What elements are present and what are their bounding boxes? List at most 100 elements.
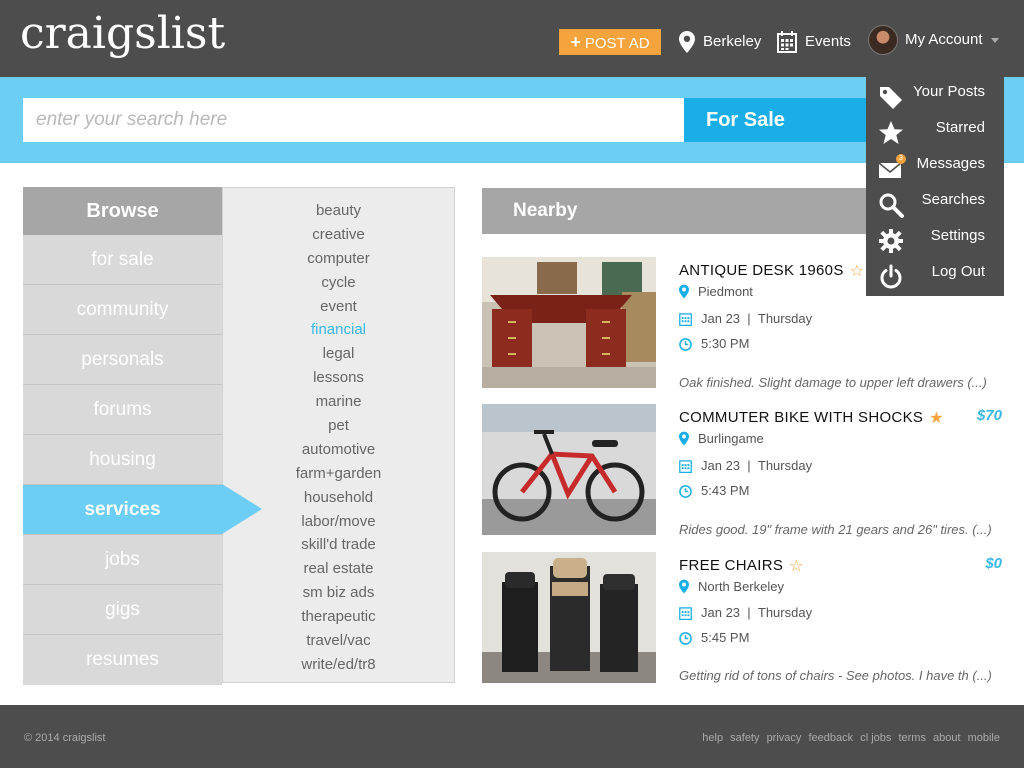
listing-title[interactable]: COMMUTER BIKE WITH SHOCKS ★	[679, 408, 944, 428]
tag-icon	[880, 87, 902, 109]
listing-price: $70	[976, 407, 1002, 424]
footer-link-safety[interactable]: safety	[730, 732, 759, 744]
listing-time-text: 5:43 PM	[701, 483, 750, 498]
subcategory-cycle[interactable]: cycle	[223, 271, 454, 295]
subcategory-write-ed-tr8[interactable]: write/ed/tr8	[223, 653, 454, 677]
category-select[interactable]: For Sale	[684, 98, 884, 142]
plus-icon: +	[570, 32, 581, 52]
subcategory-event[interactable]: event	[223, 295, 454, 319]
subcategory-skilled-trade[interactable]: skill'd trade	[223, 533, 454, 557]
menu-item-searches[interactable]: Searches	[866, 186, 1004, 222]
gear-icon	[879, 229, 903, 253]
listing-item[interactable]: COMMUTER BIKE WITH SHOCKS ★ $70 Burlingam…	[482, 404, 1012, 544]
my-account-label: My Account	[905, 31, 983, 48]
listing-title-text: FREE CHAIRS	[679, 557, 784, 574]
location-selector[interactable]: Berkeley	[679, 29, 761, 55]
post-ad-button[interactable]: + POST AD	[559, 29, 661, 55]
browse-item-for-sale[interactable]: for sale	[23, 235, 222, 285]
search-icon	[879, 193, 904, 218]
subcategory-creative[interactable]: creative	[223, 223, 454, 247]
menu-item-messages[interactable]: 3 Messages	[866, 150, 1004, 186]
subcategory-real-estate[interactable]: real estate	[223, 557, 454, 581]
menu-item-log-out[interactable]: Log Out	[866, 258, 1004, 294]
map-pin-icon	[679, 579, 689, 594]
clock-icon	[679, 338, 692, 351]
footer-link-privacy[interactable]: privacy	[767, 732, 802, 744]
subcategory-therapeutic[interactable]: therapeutic	[223, 605, 454, 629]
clock-icon	[679, 485, 692, 498]
power-icon	[880, 264, 902, 289]
listing-title-text: COMMUTER BIKE WITH SHOCKS	[679, 409, 924, 426]
map-pin-icon	[679, 284, 689, 299]
listing-description: Getting rid of tons of chairs - See phot…	[679, 668, 992, 683]
craigslist-logo[interactable]: craigslist	[20, 8, 225, 59]
map-pin-icon	[679, 31, 695, 54]
listing-photo-chairs[interactable]	[482, 552, 656, 683]
star-filled-icon[interactable]: ★	[929, 408, 944, 428]
top-bar: craigslist + POST AD Berkeley Events My A…	[0, 0, 1024, 77]
my-account-button[interactable]: My Account	[868, 24, 999, 56]
browse-item-jobs[interactable]: jobs	[23, 535, 222, 585]
listing-time-text: 5:30 PM	[701, 336, 750, 351]
menu-item-your-posts[interactable]: Your Posts	[866, 78, 1004, 114]
listing-title[interactable]: ANTIQUE DESK 1960S ☆	[679, 261, 864, 281]
avatar	[868, 25, 898, 56]
footer-link-mobile[interactable]: mobile	[968, 732, 1000, 744]
browse-item-gigs[interactable]: gigs	[23, 585, 222, 635]
listing-location-text: Burlingame	[698, 431, 764, 446]
message-count-badge: 3	[896, 154, 906, 164]
star-outline-icon[interactable]: ☆	[850, 261, 865, 281]
browse-item-services[interactable]: services	[23, 485, 222, 535]
footer-link-help[interactable]: help	[702, 732, 723, 744]
listing-item[interactable]: FREE CHAIRS ☆ $0 North Berkeley Jan 23 | …	[482, 552, 1012, 692]
subcategory-farm-garden[interactable]: farm+garden	[223, 462, 454, 486]
clock-icon	[679, 632, 692, 645]
listing-location: Piedmont	[679, 284, 753, 299]
subcategory-list: beauty creative computer cycle event fin…	[222, 187, 455, 683]
listing-description: Oak finished. Slight damage to upper lef…	[679, 375, 987, 390]
browse-panel: Browse for sale community personals foru…	[23, 187, 222, 685]
subcategory-travel-vac[interactable]: travel/vac	[223, 629, 454, 653]
subcategory-financial[interactable]: financial	[223, 318, 454, 342]
menu-item-settings[interactable]: Settings	[866, 222, 1004, 258]
listing-time: 5:43 PM	[679, 483, 749, 498]
chevron-down-icon	[990, 37, 999, 43]
listing-photo-desk[interactable]	[482, 257, 656, 388]
footer: © 2014 craigslist help safety privacy fe…	[0, 705, 1024, 768]
subcategory-beauty[interactable]: beauty	[223, 199, 454, 223]
subcategory-lessons[interactable]: lessons	[223, 366, 454, 390]
menu-item-starred[interactable]: Starred	[866, 114, 1004, 150]
browse-item-forums[interactable]: forums	[23, 385, 222, 435]
browse-item-personals[interactable]: personals	[23, 335, 222, 385]
listing-time: 5:45 PM	[679, 630, 749, 645]
listing-day-text: Thursday	[757, 311, 813, 326]
listing-date-text: Jan 23	[701, 605, 741, 620]
footer-link-terms[interactable]: terms	[898, 732, 926, 744]
footer-link-about[interactable]: about	[933, 732, 961, 744]
footer-link-feedback[interactable]: feedback	[808, 732, 853, 744]
browse-item-resumes[interactable]: resumes	[23, 635, 222, 685]
search-input[interactable]	[23, 98, 684, 142]
active-category-arrow	[222, 484, 262, 534]
browse-item-housing[interactable]: housing	[23, 435, 222, 485]
star-icon	[879, 121, 903, 144]
subcategory-legal[interactable]: legal	[223, 342, 454, 366]
menu-item-label: Starred	[935, 119, 985, 136]
post-ad-label: POST AD	[584, 35, 650, 52]
events-link[interactable]: Events	[777, 29, 851, 55]
subcategory-pet[interactable]: pet	[223, 414, 454, 438]
calendar-icon	[679, 460, 692, 473]
calendar-icon	[679, 607, 692, 620]
subcategory-marine[interactable]: marine	[223, 390, 454, 414]
listing-photo-bike[interactable]	[482, 404, 656, 535]
listing-title[interactable]: FREE CHAIRS ☆	[679, 556, 804, 576]
subcategory-computer[interactable]: computer	[223, 247, 454, 271]
footer-link-cl-jobs[interactable]: cl jobs	[860, 732, 891, 744]
listing-date-text: Jan 23	[701, 458, 741, 473]
browse-item-community[interactable]: community	[23, 285, 222, 335]
menu-item-label: Messages	[916, 155, 985, 172]
subcategory-sm-biz-ads[interactable]: sm biz ads	[223, 581, 454, 605]
subcategory-automotive[interactable]: automotive	[223, 438, 454, 462]
star-outline-icon[interactable]: ☆	[789, 556, 804, 576]
listing-description: Rides good. 19" frame with 21 gears and …	[679, 522, 992, 537]
